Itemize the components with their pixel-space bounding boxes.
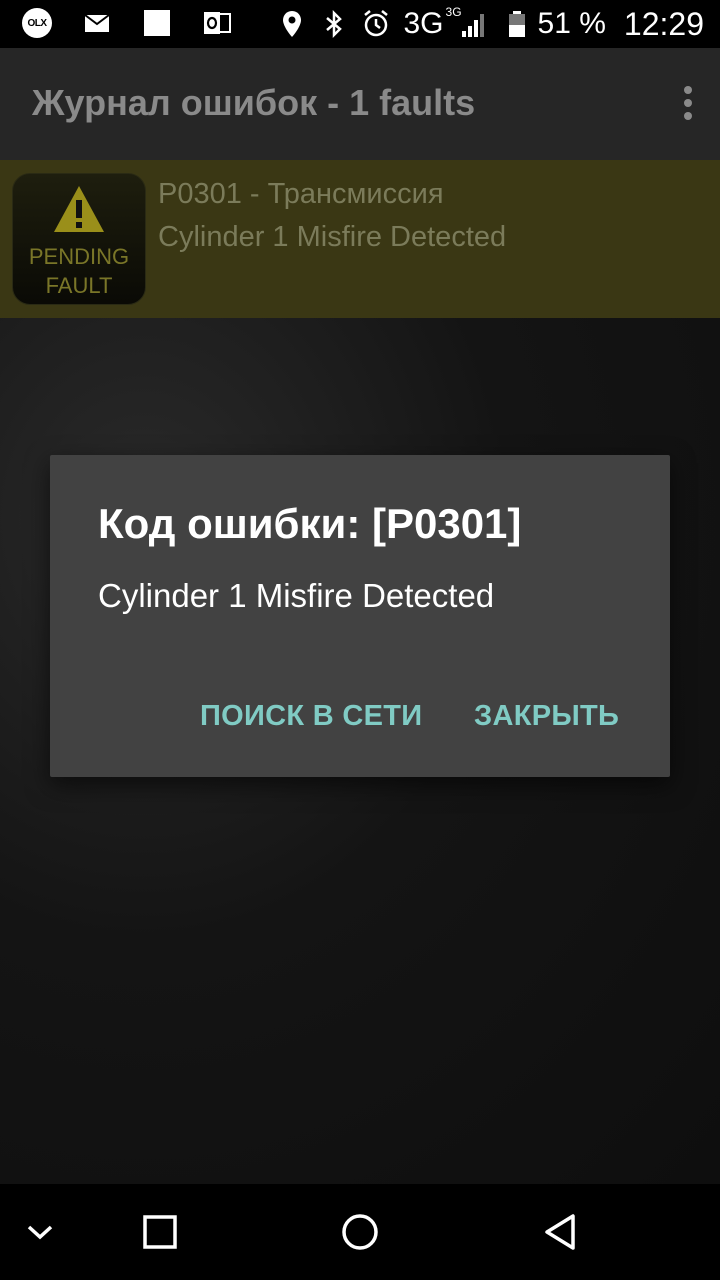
olx-icon: OLX xyxy=(22,8,52,38)
hide-keyboard-icon[interactable] xyxy=(24,1216,56,1248)
warning-icon xyxy=(54,186,104,232)
back-icon[interactable] xyxy=(540,1211,582,1253)
status-bar: OLX 3G 3G 51 % 12:29 xyxy=(0,0,720,48)
fault-code-title: P0301 - Трансмиссия xyxy=(158,178,444,210)
badge-line-2: FAULT xyxy=(45,273,113,298)
network-type: 3G xyxy=(403,7,444,40)
close-button[interactable]: ЗАКРЫТЬ xyxy=(474,700,619,733)
olx-label: OLX xyxy=(27,17,47,29)
search-online-button[interactable]: ПОИСК В СЕТИ xyxy=(200,700,422,733)
page-title: Журнал ошибок - 1 faults xyxy=(32,82,476,123)
network-type-sup: 3G xyxy=(445,5,462,19)
alarm-icon xyxy=(364,10,389,37)
overflow-menu-icon[interactable] xyxy=(682,86,694,122)
home-icon[interactable] xyxy=(339,1211,381,1253)
screen: OLX 3G 3G 51 % 12:29 Журнал ошибок - 1 f… xyxy=(0,0,720,1280)
clock: 12:29 xyxy=(623,5,704,42)
signal-icon xyxy=(461,14,484,37)
location-icon xyxy=(283,11,302,37)
dialog-message: Cylinder 1 Misfire Detected xyxy=(98,577,495,614)
fault-dialog: Код ошибки: [P0301] Cylinder 1 Misfire D… xyxy=(50,455,670,777)
recents-icon[interactable] xyxy=(140,1212,180,1252)
battery-percent: 51 % xyxy=(537,7,606,40)
badge-line-1: PENDING xyxy=(28,244,130,269)
bluetooth-icon xyxy=(326,9,343,39)
list-item[interactable]: PENDING FAULT P0301 - Трансмиссия Cylind… xyxy=(0,160,720,318)
fault-description: Cylinder 1 Misfire Detected xyxy=(158,221,507,253)
dialog-title: Код ошибки: [P0301] xyxy=(98,500,522,547)
outlook-icon xyxy=(204,12,231,34)
mail-icon xyxy=(84,14,110,32)
blank-notification-icon xyxy=(144,10,170,36)
pending-fault-badge: PENDING FAULT xyxy=(12,173,146,305)
app-bar: Журнал ошибок - 1 faults xyxy=(0,48,720,160)
battery-icon xyxy=(508,11,525,37)
navigation-bar xyxy=(0,1184,720,1280)
